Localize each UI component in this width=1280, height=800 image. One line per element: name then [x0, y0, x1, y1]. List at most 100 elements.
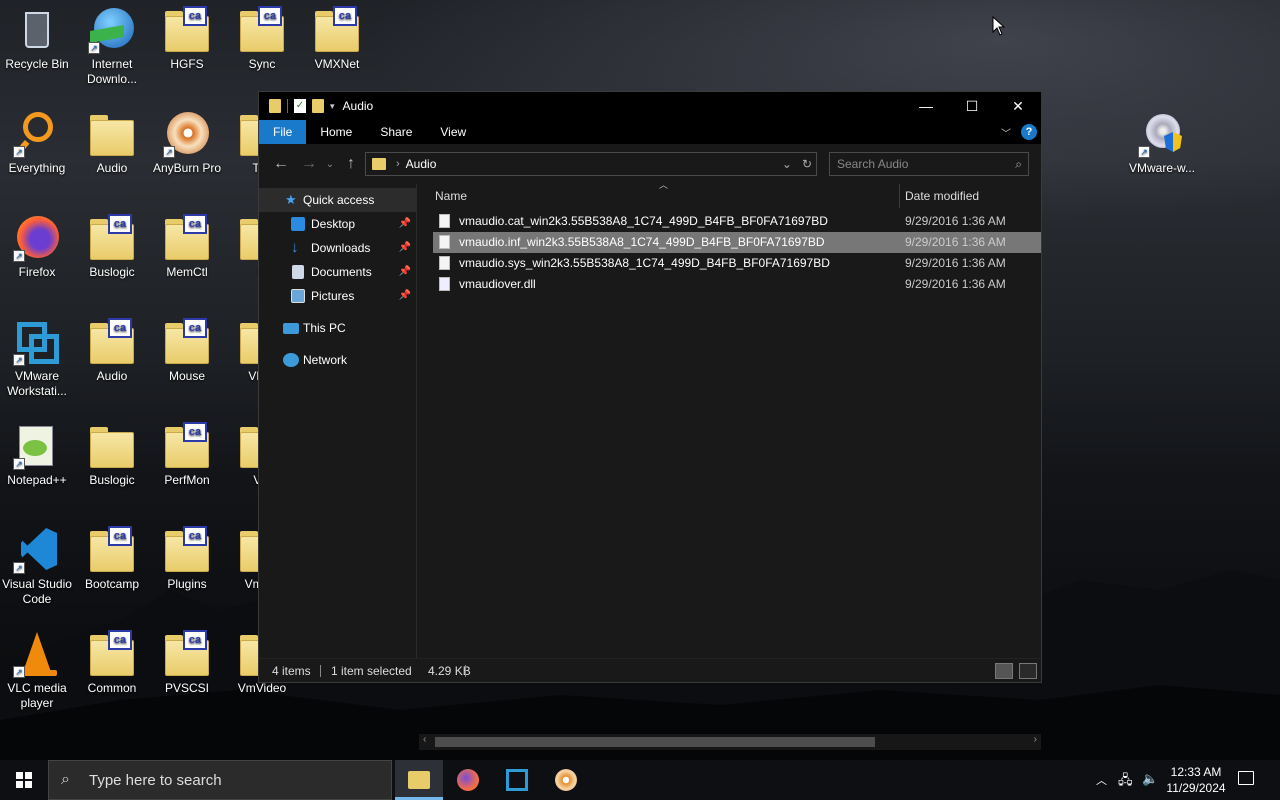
customize-toolbar-icon[interactable]: ▾ [330, 101, 335, 112]
desktop-icon-label: VmVideo [237, 681, 287, 695]
tab-share[interactable]: Share [366, 120, 426, 144]
desktop-icon-perfmon[interactable]: ca PerfMon [149, 422, 225, 488]
desktop-icon-bootcamp[interactable]: ca Bootcamp [74, 526, 150, 592]
star-icon: ★ [285, 192, 297, 207]
desktop-icon-mouse[interactable]: ca Mouse [149, 318, 225, 384]
pin-icon[interactable]: 📌 [399, 260, 411, 284]
nav-item-downloads[interactable]: ↓ Downloads 📌 [259, 236, 417, 260]
scroll-left-icon[interactable]: ‹ [423, 734, 426, 745]
back-arrow-icon[interactable]: ← [267, 155, 295, 173]
recent-locations-icon[interactable]: ⌄ [323, 159, 337, 170]
folder-ca-icon: ca [163, 318, 211, 366]
forward-arrow-icon[interactable]: → [295, 155, 323, 173]
pin-icon[interactable]: 📌 [399, 236, 411, 260]
refresh-icon[interactable]: ↻ [802, 157, 812, 171]
file-row[interactable]: vmaudiover.dll 9/29/2016 1:36 AM [433, 274, 1041, 295]
up-arrow-icon[interactable]: ↑ [337, 155, 365, 173]
desktop-icon-sync[interactable]: ca Sync [224, 6, 300, 72]
taskbar-firefox[interactable] [444, 760, 492, 800]
file-row[interactable]: vmaudio.inf_win2k3.55B538A8_1C74_499D_B4… [433, 232, 1041, 253]
start-button[interactable] [0, 760, 48, 800]
tab-file[interactable]: File [259, 120, 307, 144]
desktop-icon-audio[interactable]: ca Audio [74, 318, 150, 384]
column-date-modified[interactable]: Date modified [905, 189, 979, 203]
desktop-icon-vlc-media-player[interactable]: ↗ VLC media player [0, 630, 75, 711]
nav-quick-access[interactable]: ★ Quick access [259, 188, 417, 212]
maximize-button[interactable]: ☐ [949, 92, 995, 120]
breadcrumb-audio[interactable]: Audio [406, 157, 437, 171]
nav-item-network[interactable]: Network [259, 348, 417, 372]
file-row[interactable]: vmaudio.sys_win2k3.55B538A8_1C74_499D_B4… [433, 253, 1041, 274]
folder-ca-icon: ca [163, 526, 211, 574]
title-bar[interactable]: ✓ ▾ Audio — ☐ ✕ [259, 92, 1041, 120]
file-row[interactable]: vmaudio.cat_win2k3.55B538A8_1C74_499D_B4… [433, 211, 1041, 232]
taskbar-anyburn[interactable] [542, 760, 590, 800]
file-name: vmaudio.cat_win2k3.55B538A8_1C74_499D_B4… [459, 214, 828, 228]
new-folder-icon[interactable] [312, 99, 324, 113]
minimize-button[interactable]: — [903, 92, 949, 120]
file-explorer-icon [408, 771, 430, 789]
file-list[interactable]: ︿ Name Date modified vmaudio.cat_win2k3.… [419, 180, 1041, 658]
desktop-icon-visual-studio-code[interactable]: ↗ Visual Studio Code [0, 526, 75, 607]
breadcrumb-chevron-icon[interactable]: › [396, 158, 400, 170]
help-icon[interactable]: ? [1021, 124, 1037, 140]
scroll-right-icon[interactable]: › [1034, 734, 1037, 745]
details-view-button[interactable] [995, 663, 1013, 679]
desktop-icon-anyburn-pro[interactable]: ↗ AnyBurn Pro [149, 110, 225, 176]
desktop-icon-hgfs[interactable]: ca HGFS [149, 6, 225, 72]
desktop-icon-pvscsi[interactable]: ca PVSCSI [149, 630, 225, 696]
desktop-icon-memctl[interactable]: ca MemCtl [149, 214, 225, 280]
large-icons-view-button[interactable] [1019, 663, 1037, 679]
address-dropdown-icon[interactable]: ⌄ [782, 157, 792, 171]
desktop-icon-audio[interactable]: Audio [74, 110, 150, 176]
pin-icon[interactable]: 📌 [399, 212, 411, 236]
nav-item-documents[interactable]: Documents 📌 [259, 260, 417, 284]
desktop-icon-vmxnet[interactable]: ca VMXNet [299, 6, 375, 72]
properties-icon[interactable]: ✓ [294, 99, 306, 113]
taskbar-search-box[interactable]: ⌕ Type here to search [48, 760, 392, 800]
vlc-icon: ↗ [13, 630, 61, 678]
desktop-icon-notepad[interactable]: ↗ Notepad++ [0, 422, 75, 488]
address-bar[interactable]: › Audio ⌄ ↻ [365, 152, 817, 176]
desktop-icon-common[interactable]: ca Common [74, 630, 150, 696]
ca-badge-icon: ca [183, 6, 207, 26]
horizontal-scrollbar[interactable]: ‹ › [419, 734, 1041, 750]
desktop-icon-internet-downlo[interactable]: ↗ Internet Downlo... [74, 6, 150, 87]
file-date-modified: 9/29/2016 1:36 AM [905, 256, 1006, 270]
search-input[interactable]: Search Audio ⌕ [829, 152, 1029, 176]
nav-item-pictures[interactable]: Pictures 📌 [259, 284, 417, 308]
file-explorer-window[interactable]: ✓ ▾ Audio — ☐ ✕ File Home Share View ﹀ ?… [258, 91, 1042, 750]
close-button[interactable]: ✕ [995, 92, 1041, 120]
expand-ribbon-icon[interactable]: ﹀ [1001, 125, 1011, 140]
nav-item-desktop[interactable]: Desktop 📌 [259, 212, 417, 236]
pin-icon[interactable]: 📌 [399, 284, 411, 308]
clock[interactable]: 12:33 AM 11/29/2024 [1160, 764, 1232, 796]
file-date-modified: 9/29/2016 1:36 AM [905, 277, 1006, 291]
file-name: vmaudiover.dll [459, 277, 536, 291]
column-name[interactable]: Name [435, 189, 467, 203]
scrollbar-thumb[interactable] [435, 737, 875, 747]
taskbar-vmware[interactable] [493, 760, 541, 800]
everything-icon: ↗ [13, 110, 61, 158]
file-name: vmaudio.inf_win2k3.55B538A8_1C74_499D_B4… [459, 235, 825, 249]
desktop-icon-vmware-workstati[interactable]: ↗ VMware Workstati... [0, 318, 75, 399]
desktop-icon-label: VMware Workstati... [7, 369, 67, 398]
tab-home[interactable]: Home [306, 120, 366, 144]
desktop-icon-recycle-bin[interactable]: Recycle Bin [0, 6, 75, 72]
desktop-icon-firefox[interactable]: ↗ Firefox [0, 214, 75, 280]
folder-ca-icon: ca [88, 630, 136, 678]
desktop-icon-plugins[interactable]: ca Plugins [149, 526, 225, 592]
desktop-icon-everything[interactable]: ↗ Everything [0, 110, 75, 176]
desktop-icon-buslogic[interactable]: Buslogic [74, 422, 150, 488]
ribbon-tabs: File Home Share View ﹀ ? [259, 120, 1041, 144]
ca-badge-icon: ca [183, 630, 207, 650]
dll-file-icon [439, 277, 450, 291]
column-divider[interactable] [899, 184, 900, 208]
taskbar-file-explorer[interactable] [395, 760, 443, 800]
desktop-icon-label: AnyBurn Pro [152, 161, 222, 175]
desktop-icon-buslogic[interactable]: ca Buslogic [74, 214, 150, 280]
nav-item-this-pc[interactable]: This PC [259, 316, 417, 340]
desktop-icon-vmware-w[interactable]: ↗ VMware-w... [1124, 110, 1200, 176]
tab-view[interactable]: View [426, 120, 480, 144]
separator [287, 99, 288, 113]
